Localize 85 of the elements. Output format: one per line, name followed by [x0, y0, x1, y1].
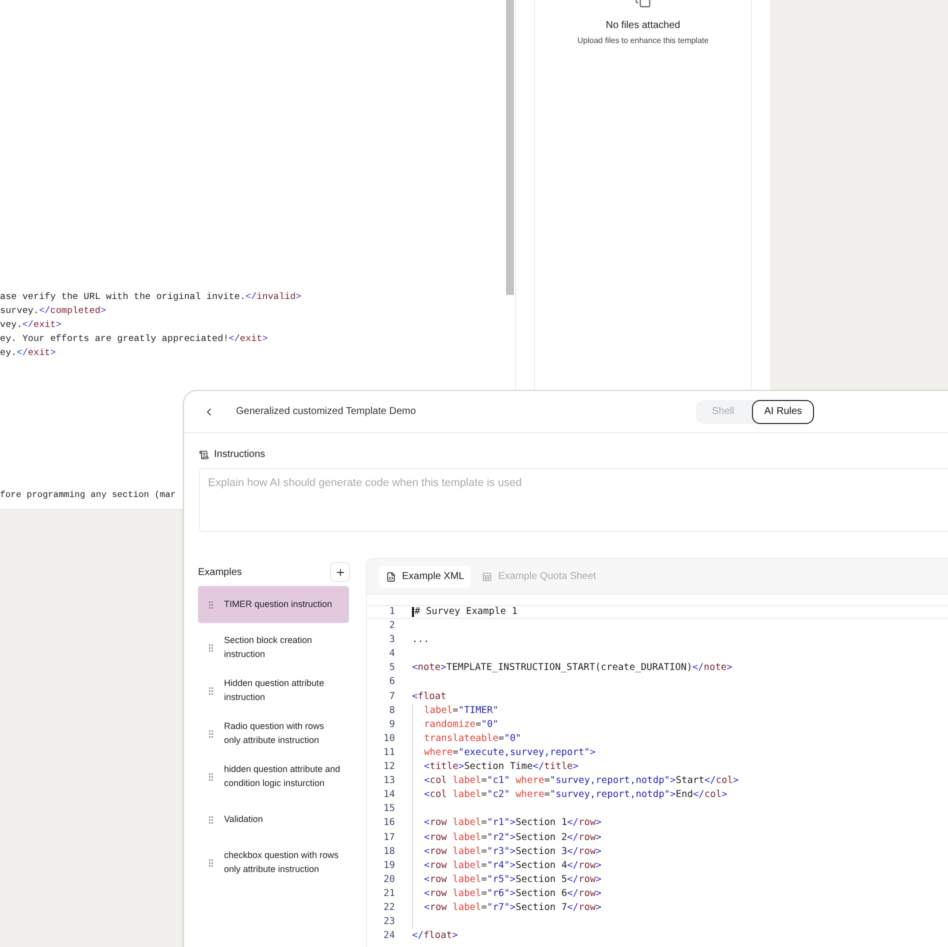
line-number: 14: [382, 788, 395, 802]
examples-label: Examples: [198, 566, 242, 580]
plus-icon: [334, 566, 346, 578]
line-number: 13: [382, 774, 395, 788]
code-line: ...: [412, 633, 430, 648]
line-number: 2: [388, 619, 395, 634]
code-line: vey.</exit>: [0, 318, 62, 332]
line-number: 11: [382, 746, 395, 760]
code-line: where="execute,survey,report">: [424, 746, 596, 760]
example-label: TIMER question instruction: [224, 598, 334, 611]
code-line: fore programming any section (mar: [0, 489, 176, 502]
line-number: 16: [382, 816, 395, 830]
example-label: checkbox question with rows only attribute instruction: [224, 849, 340, 876]
example-label: hidden question attribute and condition logic insturction: [224, 763, 341, 790]
example-label: Validation: [224, 812, 264, 826]
line-number: 6: [388, 675, 395, 690]
line-number: 8: [388, 704, 395, 718]
line-number: 23: [382, 915, 395, 930]
code-line: <row label="r2">Section 2</row>: [424, 830, 602, 844]
line-number: 4: [388, 647, 395, 662]
code-line: <row label="r6">Section 6</row>: [424, 886, 602, 901]
code-line: <row label="r7">Section 7</row>: [424, 900, 602, 915]
scroll-icon: [199, 450, 209, 460]
example-item[interactable]: Validation: [198, 801, 349, 838]
example-item[interactable]: Radio question with rows only attribute instruction: [198, 715, 349, 752]
code-line: <row label="r4">Section 4</row>: [424, 858, 602, 873]
line-number: 12: [382, 760, 395, 774]
example-item[interactable]: hidden question attribute and condition logic insturction: [198, 758, 349, 795]
code-line: <row label="r1">Section 1</row>: [424, 816, 602, 830]
drag-handle-icon[interactable]: [206, 642, 216, 652]
drag-handle-icon[interactable]: [206, 686, 216, 696]
line-number: 10: [382, 732, 395, 746]
code-line: translateable="0": [424, 732, 522, 746]
mode-tab[interactable]: AI Rules: [752, 400, 814, 424]
example-label: Hidden question attribute instruction: [224, 677, 326, 704]
line-number: 18: [382, 844, 395, 859]
code-line: <row label="r5">Section 5</row>: [424, 872, 602, 887]
code-line: label="TIMER": [424, 704, 498, 718]
line-number: 1: [388, 605, 395, 619]
drag-handle-icon[interactable]: [206, 814, 216, 824]
add-example-button[interactable]: [330, 562, 350, 582]
code-line: # Survey Example 1: [414, 605, 518, 619]
code-line: <float: [412, 690, 446, 704]
example-item[interactable]: Hidden question attribute instruction: [198, 672, 349, 709]
line-number: 17: [382, 830, 395, 844]
example-item[interactable]: Section block creation instruction: [198, 629, 349, 666]
line-number: 24: [382, 929, 395, 944]
scrollbar[interactable]: [506, 0, 514, 295]
code-file-icon: [386, 572, 396, 582]
code-line: </float>: [412, 929, 458, 944]
line-number: 20: [382, 872, 395, 887]
code-line: ase verify the URL with the original invite.</invalid>: [0, 290, 302, 304]
code-line: ey.</exit>: [0, 346, 57, 360]
code-line: randomize="0": [424, 718, 498, 732]
line-number: 5: [388, 661, 395, 676]
line-number: 19: [382, 858, 395, 873]
drag-handle-icon[interactable]: [206, 858, 216, 868]
files-empty-title: No files attached: [606, 19, 680, 33]
code-line: <row label="r3">Section 3</row>: [424, 844, 602, 859]
line-number: 9: [388, 718, 395, 732]
code-line: <title>Section Time</title>: [424, 760, 579, 774]
panel-title: Generalized customized Template Demo: [236, 405, 417, 419]
drag-handle-icon[interactable]: [206, 772, 216, 782]
code-line: ey. Your efforts are greatly appreciated!</exit>: [0, 332, 269, 346]
text-cursor: [412, 607, 414, 618]
example-item[interactable]: TIMER question instruction: [198, 586, 349, 623]
line-number: 3: [388, 633, 395, 648]
files-empty-subtitle: Upload files to enhance this template: [577, 35, 709, 47]
example-item[interactable]: checkbox question with rows only attribute instruction: [198, 844, 349, 881]
line-number: 15: [382, 802, 395, 816]
drag-handle-icon[interactable]: [206, 728, 216, 738]
code-line: <note>TEMPLATE_INSTRUCTION_START(create_DURATION)</note>: [412, 661, 732, 676]
drag-handle-icon[interactable]: [206, 600, 216, 610]
instructions-label: Instructions: [214, 448, 266, 462]
code-line: <col label="c1" where="survey,report,notdp">Start</col>: [424, 774, 739, 788]
instructions-field[interactable]: Explain how AI should generate code when this template is used: [199, 468, 948, 532]
line-number: 21: [382, 886, 395, 901]
table-icon: [482, 572, 492, 582]
example-label: Section block creation instruction: [224, 634, 314, 660]
line-number: 7: [388, 690, 395, 704]
code-line: survey.</completed>: [0, 304, 108, 318]
line-number: 22: [382, 900, 395, 915]
code-line: <col label="c2" where="survey,report,notdp">End</col>: [424, 788, 728, 802]
editor-tab[interactable]: Example XML: [379, 566, 472, 588]
example-label: Radio question with rows only attribute instruction: [224, 720, 326, 747]
